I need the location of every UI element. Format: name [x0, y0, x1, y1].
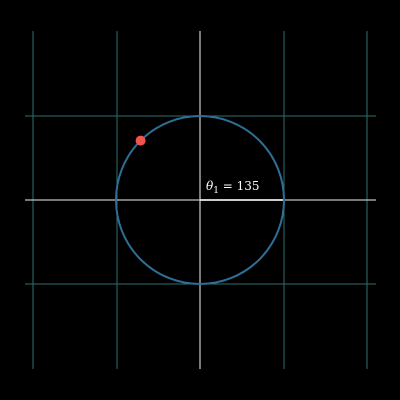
unit-circle-diagram: θ1 = 135: [25, 31, 376, 369]
theta-value: 135: [237, 179, 260, 193]
angle-point[interactable]: [135, 135, 146, 146]
angle-label: θ1 = 135: [206, 179, 260, 196]
theta-equals: =: [219, 179, 237, 193]
